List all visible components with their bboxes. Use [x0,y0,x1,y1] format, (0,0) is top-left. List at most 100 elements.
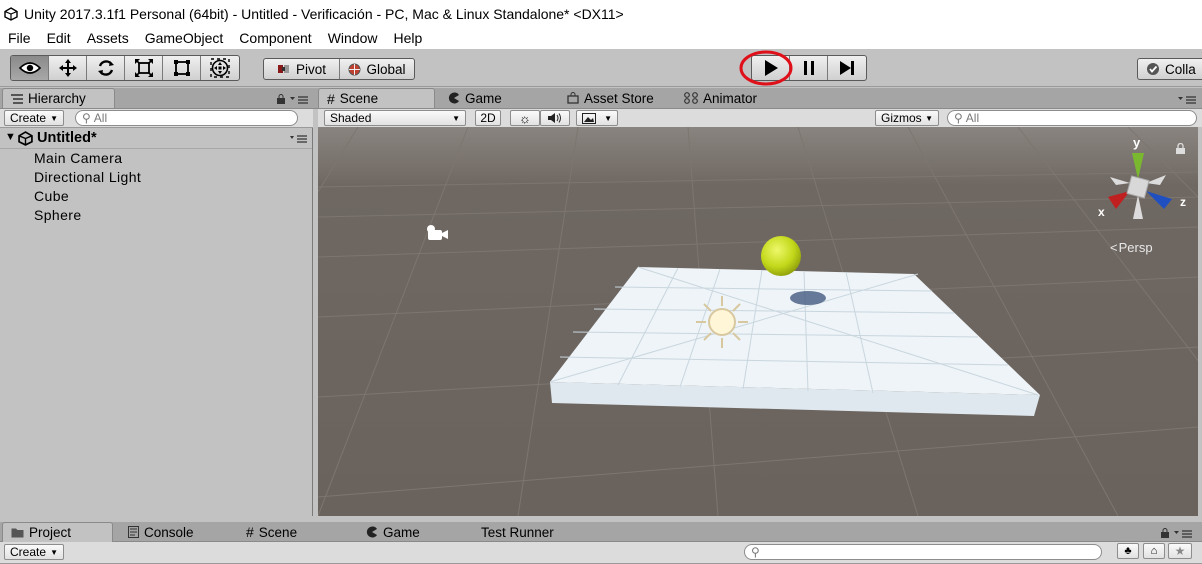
hierarchy-search-placeholder: All [93,111,108,125]
audio-toggle[interactable] [540,110,570,126]
rotate-tool-button[interactable] [87,56,125,80]
menu-window[interactable]: Window [320,30,386,46]
axis-z-label: z [1180,195,1186,209]
console-icon [128,526,139,538]
window-title: Unity 2017.3.1f1 Personal (64bit) - Unti… [24,5,624,22]
unity-scene-icon [18,131,33,146]
hierarchy-create-dropdown[interactable]: Create ▼ [4,110,64,126]
view-tool-button[interactable] [11,56,49,80]
project-search-input[interactable]: ⚲ [744,544,1102,560]
sphere-shadow [790,291,826,305]
scene-view[interactable]: y x z < Persp [318,127,1198,516]
project-tab-label: Project [29,525,72,540]
tab-game-bottom[interactable]: Game [358,522,428,542]
shading-mode-dropdown[interactable]: Shaded ▼ [324,110,466,126]
pivot-button[interactable]: Pivot [264,59,340,79]
search-icon: ⚲ [751,545,760,559]
dropdown-arrow-icon: ▼ [925,113,933,123]
animator-icon [684,92,698,104]
tab-hierarchy[interactable]: Hierarchy [2,88,115,108]
favorites-button[interactable]: ★ [1168,543,1192,559]
step-button[interactable] [828,56,866,80]
rect-icon [173,60,190,76]
hierarchy-search-input[interactable]: ⚲ All [75,110,298,126]
expand-arrow-icon[interactable]: ▼ [5,131,16,143]
scale-icon [134,59,153,77]
hierarchy-list: ▼ Untitled* Main Camera Directional Ligh… [0,128,313,516]
panel-divider[interactable] [313,127,318,516]
pause-button[interactable] [790,56,828,80]
dropdown-arrow-icon: ▼ [452,113,460,123]
tab-asset-store[interactable]: Asset Store [559,88,662,108]
pause-icon [803,61,814,75]
filter-by-type-button[interactable]: ♣ [1117,543,1139,559]
effects-dropdown[interactable]: ▼ [576,110,618,126]
menu-assets[interactable]: Assets [79,30,137,46]
tab-game[interactable]: Game [440,88,510,108]
rect-tool-button[interactable] [163,56,201,80]
move-tool-button[interactable] [49,56,87,80]
hierarchy-item-sphere[interactable]: Sphere [34,207,82,223]
tab-console[interactable]: Console [120,522,202,542]
chevron-left-icon: < [1110,240,1118,255]
test-runner-tab-label: Test Runner [481,524,554,540]
mode-2d-label: 2D [480,111,496,125]
hash-icon: # [327,90,335,107]
scene-canvas[interactable] [318,127,1198,516]
project-toolbar: Create ▼ ⚲ ♣ ⌂ ★ [0,542,1202,564]
collab-icon [1147,63,1159,75]
bottom-panel-menu-icon[interactable] [1174,529,1194,539]
title-bar: Unity 2017.3.1f1 Personal (64bit) - Unti… [0,0,1202,27]
tab-test-runner[interactable]: Test Runner [473,522,562,542]
game-bottom-tab-label: Game [383,524,420,540]
transform-icon [210,58,230,78]
panel-menu-icon[interactable] [290,95,310,105]
menu-help[interactable]: Help [385,30,430,46]
dropdown-arrow-icon: ▼ [604,113,612,123]
sphere-object[interactable] [761,236,801,276]
scale-tool-button[interactable] [125,56,163,80]
shapes-icon: ♣ [1124,545,1132,557]
highlight-circle [739,50,793,86]
menu-file[interactable]: File [0,30,39,46]
menu-edit[interactable]: Edit [39,30,79,46]
filter-by-label-button[interactable]: ⌂ [1143,543,1165,559]
tab-scene-bottom[interactable]: # Scene [238,522,305,542]
global-button[interactable]: Global [340,59,414,79]
hierarchy-item-directional-light[interactable]: Directional Light [34,169,141,185]
scene-panel-menu-icon[interactable] [1178,95,1198,105]
gizmos-dropdown[interactable]: Gizmos ▼ [875,110,939,126]
move-icon [58,59,77,77]
sun-icon: ☼ [519,110,531,126]
hierarchy-item-cube[interactable]: Cube [34,188,69,204]
mode-2d-toggle[interactable]: 2D [475,110,501,126]
hash-icon: # [246,524,254,540]
global-label: Global [366,61,406,77]
search-icon: ⚲ [954,111,963,125]
tab-animator[interactable]: Animator [676,88,765,108]
hierarchy-item-main-camera[interactable]: Main Camera [34,150,122,166]
lock-icon[interactable] [1160,528,1170,538]
collab-button[interactable]: Colla [1138,59,1202,79]
dropdown-arrow-icon: ▼ [50,547,58,557]
perspective-toggle[interactable]: < Persp [1110,240,1153,255]
lighting-toggle[interactable]: ☼ [510,110,540,126]
pacman-icon [448,92,459,104]
scene-row[interactable]: ▼ Untitled* [0,128,312,149]
scene-search-input[interactable]: ⚲ All [947,110,1197,126]
main-toolbar: Pivot Global Colla [0,49,1202,87]
menu-gameobject[interactable]: GameObject [137,30,232,46]
tab-scene[interactable]: # Scene [318,88,435,108]
menu-component[interactable]: Component [231,30,319,46]
rotate-icon [97,60,114,76]
bottom-tabbar: Project Console # Scene Game Test Runner [0,522,1202,542]
tab-project[interactable]: Project [2,522,113,542]
transform-tool-button[interactable] [201,56,239,80]
speaker-icon [548,113,561,123]
pivot-group: Pivot Global [263,58,415,80]
scene-menu-icon[interactable] [290,134,308,144]
lock-icon[interactable] [276,94,286,104]
project-create-dropdown[interactable]: Create ▼ [4,544,64,560]
scene-tabbar: # Scene Game Asset Store Animator [316,88,1202,109]
list-icon [11,93,23,104]
